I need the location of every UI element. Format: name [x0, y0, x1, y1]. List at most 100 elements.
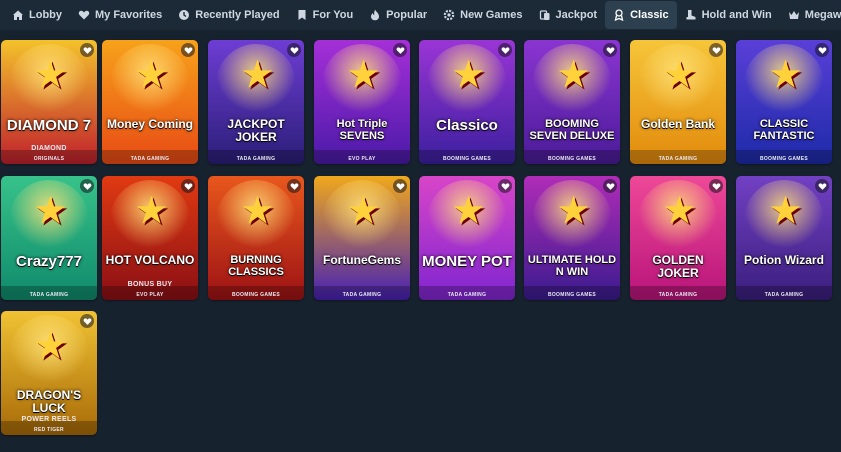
- game-provider: BOOMING GAMES: [547, 156, 597, 162]
- game-emblem: ★: [136, 55, 166, 95]
- game-card[interactable]: ★ ULTIMATE HOLD N WIN BOOMING GAMES: [524, 176, 620, 300]
- gear-icon: [443, 9, 455, 21]
- favorite-heart-icon[interactable]: [603, 43, 617, 57]
- favorite-heart-icon[interactable]: [80, 43, 94, 57]
- game-emblem: ★: [664, 55, 694, 95]
- game-card[interactable]: ★ Money Coming TADA GAMING: [102, 40, 198, 164]
- tab-megaways[interactable]: Megaways: [780, 1, 841, 29]
- game-provider: TADA GAMING: [447, 292, 487, 298]
- tab-label: New Games: [460, 9, 523, 21]
- game-provider: TADA GAMING: [658, 156, 698, 162]
- game-emblem: ★: [558, 191, 588, 231]
- favorite-heart-icon[interactable]: [815, 179, 829, 193]
- favorite-heart-icon[interactable]: [287, 179, 301, 193]
- game-title: Potion Wizard: [744, 253, 824, 267]
- favorite-heart-icon[interactable]: [815, 43, 829, 57]
- tab-jackpot[interactable]: Jackpot: [531, 1, 606, 29]
- category-nav: Lobby My Favorites Recently Played For Y…: [0, 0, 841, 30]
- heart-icon: [78, 9, 90, 21]
- game-card[interactable]: ★ DRAGON'S LUCK POWER REELS RED TIGER: [1, 311, 97, 435]
- game-title: GOLDEN JOKER: [652, 253, 704, 280]
- favorite-heart-icon[interactable]: [80, 179, 94, 193]
- favorite-heart-icon[interactable]: [181, 43, 195, 57]
- favorite-heart-icon[interactable]: [709, 179, 723, 193]
- game-card[interactable]: ★ GOLDEN JOKER TADA GAMING: [630, 176, 726, 300]
- tab-lobby[interactable]: Lobby: [4, 1, 70, 29]
- tab-for-you[interactable]: For You: [288, 1, 362, 29]
- game-emblem: ★: [664, 191, 694, 231]
- game-card[interactable]: ★ MONEY POT TADA GAMING: [419, 176, 515, 300]
- tab-label: Megaways: [804, 9, 841, 21]
- game-emblem: ★: [35, 191, 65, 231]
- game-emblem: ★: [348, 191, 378, 231]
- game-subtitle: POWER REELS: [21, 416, 77, 423]
- game-card[interactable]: ★ Crazy777 TADA GAMING: [1, 176, 97, 300]
- tab-label: My Favorites: [95, 9, 163, 21]
- bookmark-icon: [296, 9, 308, 21]
- game-title: Classico: [436, 117, 498, 134]
- tab-recently-played[interactable]: Recently Played: [170, 1, 287, 29]
- game-card[interactable]: ★ Potion Wizard TADA GAMING: [736, 176, 832, 300]
- game-card[interactable]: ★ CLASSIC FANTASTIC BOOMING GAMES: [736, 40, 832, 164]
- game-title: Golden Bank: [640, 117, 715, 131]
- favorite-heart-icon[interactable]: [603, 179, 617, 193]
- game-card[interactable]: ★ Golden Bank TADA GAMING: [630, 40, 726, 164]
- favorite-heart-icon[interactable]: [181, 179, 195, 193]
- game-subtitle: DIAMOND: [31, 145, 67, 152]
- tab-label: Classic: [630, 9, 669, 21]
- game-title: MONEY POT: [422, 253, 512, 270]
- game-title: Money Coming: [107, 117, 193, 131]
- tab-classic[interactable]: Classic: [605, 1, 677, 29]
- tab-new-games[interactable]: New Games: [435, 1, 530, 29]
- tab-popular[interactable]: Popular: [361, 1, 435, 29]
- game-provider: BOOMING GAMES: [759, 156, 809, 162]
- game-title: CLASSIC FANTASTIC: [753, 118, 815, 142]
- game-card[interactable]: ★ BOOMING SEVEN DELUXE BOOMING GAMES: [524, 40, 620, 164]
- game-provider: TADA GAMING: [130, 156, 170, 162]
- game-emblem: ★: [558, 55, 588, 95]
- tab-hold-and-win[interactable]: Hold and Win: [677, 1, 780, 29]
- flame-icon: [369, 9, 381, 21]
- favorite-heart-icon[interactable]: [393, 43, 407, 57]
- tab-my-favorites[interactable]: My Favorites: [70, 1, 170, 29]
- favorite-heart-icon[interactable]: [80, 314, 94, 328]
- game-emblem: ★: [348, 55, 378, 95]
- boot-icon: [685, 9, 697, 21]
- tab-label: Hold and Win: [701, 9, 772, 21]
- game-card[interactable]: ★ Hot Triple SEVENS EVO PLAY: [314, 40, 410, 164]
- game-provider: TADA GAMING: [658, 292, 698, 298]
- game-emblem: ★: [136, 191, 166, 231]
- tab-label: Lobby: [29, 9, 62, 21]
- game-provider: EVO PLAY: [136, 292, 164, 298]
- game-card[interactable]: ★ JACKPOT JOKER TADA GAMING: [208, 40, 304, 164]
- favorite-heart-icon[interactable]: [498, 179, 512, 193]
- game-card[interactable]: ★ Classico BOOMING GAMES: [419, 40, 515, 164]
- favorite-heart-icon[interactable]: [498, 43, 512, 57]
- game-provider: TADA GAMING: [764, 292, 804, 298]
- game-subtitle: BONUS BUY: [127, 281, 173, 288]
- game-title: ULTIMATE HOLD N WIN: [527, 254, 617, 278]
- favorite-heart-icon[interactable]: [709, 43, 723, 57]
- game-title: JACKPOT JOKER: [227, 117, 285, 144]
- favorite-heart-icon[interactable]: [393, 179, 407, 193]
- game-card[interactable]: ★ DIAMOND 7 DIAMOND ORIGINALS: [1, 40, 97, 164]
- tab-label: Popular: [386, 9, 428, 21]
- game-card[interactable]: ★ FortuneGems TADA GAMING: [314, 176, 410, 300]
- game-card[interactable]: ★ BURNING CLASSICS BOOMING GAMES: [208, 176, 304, 300]
- classic-icon: [613, 9, 625, 21]
- game-emblem: ★: [453, 55, 483, 95]
- game-provider: TADA GAMING: [236, 156, 276, 162]
- game-card[interactable]: ★ HOT VOLCANO BONUS BUY EVO PLAY: [102, 176, 198, 300]
- game-provider: ORIGINALS: [33, 156, 65, 162]
- game-provider: EVO PLAY: [348, 156, 376, 162]
- game-title: FortuneGems: [322, 253, 401, 267]
- game-title: HOT VOLCANO: [105, 253, 195, 267]
- game-title: BOOMING SEVEN DELUXE: [529, 118, 615, 142]
- game-emblem: ★: [453, 191, 483, 231]
- game-emblem: ★: [35, 326, 65, 366]
- home-icon: [12, 9, 24, 21]
- game-emblem: ★: [242, 191, 272, 231]
- favorite-heart-icon[interactable]: [287, 43, 301, 57]
- game-provider: BOOMING GAMES: [231, 292, 281, 298]
- tab-label: For You: [312, 9, 354, 21]
